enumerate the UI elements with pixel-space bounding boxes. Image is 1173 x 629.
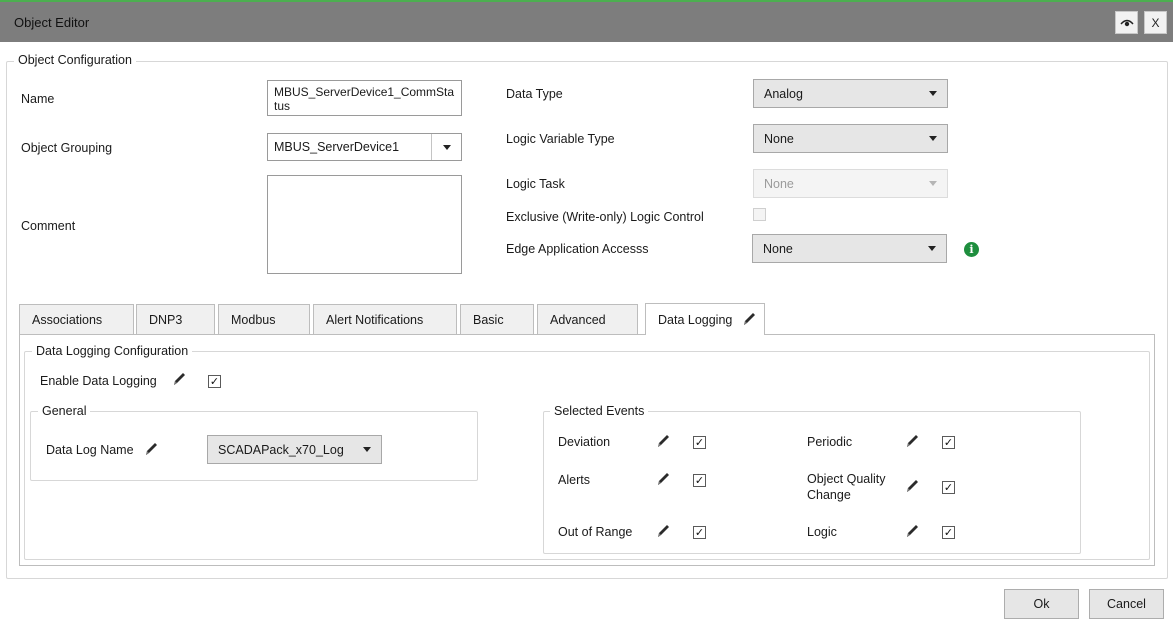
check-icon: ✓ <box>943 526 954 539</box>
logic-task-label: Logic Task <box>506 177 565 191</box>
chevron-down-icon <box>929 136 937 141</box>
tab-dnp3[interactable]: DNP3 <box>136 304 215 335</box>
pencil-icon[interactable] <box>142 440 160 458</box>
pencil-icon[interactable] <box>170 370 188 388</box>
general-legend: General <box>38 404 91 418</box>
logic-label: Logic <box>807 525 837 539</box>
chevron-down-icon <box>929 91 937 96</box>
logic-checkbox[interactable]: ✓ <box>942 526 955 539</box>
title-bar: Object Editor X <box>0 0 1173 42</box>
check-icon: ✓ <box>943 436 954 449</box>
tab-label: Alert Notifications <box>326 313 424 327</box>
object-grouping-label: Object Grouping <box>21 141 113 155</box>
tab-label: DNP3 <box>149 313 183 327</box>
periodic-checkbox[interactable]: ✓ <box>942 436 955 449</box>
edge-application-access-value: None <box>763 241 793 256</box>
object-quality-change-checkbox[interactable]: ✓ <box>942 481 955 494</box>
pencil-icon[interactable] <box>654 470 672 488</box>
logic-variable-type-value: None <box>764 131 794 146</box>
alerts-checkbox[interactable]: ✓ <box>693 474 706 487</box>
check-icon: ✓ <box>209 375 220 388</box>
data-type-label: Data Type <box>506 87 563 101</box>
close-button[interactable]: X <box>1144 11 1167 34</box>
out-of-range-checkbox[interactable]: ✓ <box>693 526 706 539</box>
exclusive-logic-control-checkbox[interactable] <box>753 208 766 221</box>
data-type-combo[interactable]: Analog <box>753 79 948 108</box>
cancel-button[interactable]: Cancel <box>1089 589 1164 619</box>
window-title: Object Editor <box>14 15 90 30</box>
object-grouping-dropdown-button[interactable] <box>431 134 461 160</box>
pencil-icon[interactable] <box>740 310 758 328</box>
object-quality-change-label-line2: Change <box>807 488 851 502</box>
tab-advanced[interactable]: Advanced <box>537 304 638 335</box>
deviation-label: Deviation <box>558 435 611 449</box>
cancel-button-label: Cancel <box>1107 597 1146 611</box>
exclusive-logic-control-label: Exclusive (Write-only) Logic Control <box>506 210 704 224</box>
data-log-name-value: SCADAPack_x70_Log <box>218 442 344 457</box>
check-icon: ✓ <box>943 481 954 494</box>
object-quality-change-label-line1: Object Quality <box>807 472 886 486</box>
data-type-value: Analog <box>764 86 803 101</box>
tab-modbus[interactable]: Modbus <box>218 304 310 335</box>
object-configuration-legend: Object Configuration <box>14 53 136 67</box>
deviation-checkbox[interactable]: ✓ <box>693 436 706 449</box>
tab-label: Basic <box>473 313 504 327</box>
tab-label: Advanced <box>550 313 606 327</box>
logic-task-value: None <box>764 176 794 191</box>
close-icon: X <box>1151 15 1160 30</box>
data-log-name-combo[interactable]: SCADAPack_x70_Log <box>207 435 382 464</box>
name-field[interactable]: MBUS_ServerDevice1_CommStatus <box>267 80 462 116</box>
tab-label: Data Logging <box>658 312 733 327</box>
ok-button[interactable]: Ok <box>1004 589 1079 619</box>
tab-data-logging[interactable]: Data Logging <box>645 303 765 335</box>
enable-data-logging-label: Enable Data Logging <box>40 374 157 388</box>
logic-variable-type-label: Logic Variable Type <box>506 132 615 146</box>
pencil-icon[interactable] <box>903 522 921 540</box>
enable-data-logging-checkbox[interactable]: ✓ <box>208 375 221 388</box>
selected-events-legend: Selected Events <box>550 404 649 418</box>
ok-button-label: Ok <box>1033 597 1050 611</box>
info-icon[interactable]: i <box>964 242 979 257</box>
periodic-label: Periodic <box>807 435 853 449</box>
out-of-range-label: Out of Range <box>558 525 633 539</box>
logic-task-combo[interactable]: None <box>753 169 948 198</box>
chevron-down-icon <box>363 447 371 452</box>
comment-label: Comment <box>21 219 76 233</box>
chevron-down-icon <box>929 181 937 186</box>
object-grouping-value[interactable]: MBUS_ServerDevice1 <box>268 134 431 160</box>
visibility-button[interactable] <box>1115 11 1138 34</box>
tab-basic[interactable]: Basic <box>460 304 534 335</box>
data-log-name-label: Data Log Name <box>46 443 134 457</box>
tab-associations[interactable]: Associations <box>19 304 134 335</box>
check-icon: ✓ <box>694 474 705 487</box>
name-label: Name <box>21 92 55 106</box>
logic-variable-type-combo[interactable]: None <box>753 124 948 153</box>
check-icon: ✓ <box>694 526 705 539</box>
chevron-down-icon <box>442 144 451 150</box>
object-grouping-combo[interactable]: MBUS_ServerDevice1 <box>267 133 462 161</box>
edge-application-access-label: Edge Application Accesss <box>506 242 649 256</box>
pencil-icon[interactable] <box>903 477 921 495</box>
tab-label: Modbus <box>231 313 276 327</box>
tab-alert-notifications[interactable]: Alert Notifications <box>313 304 457 335</box>
data-logging-configuration-legend: Data Logging Configuration <box>32 344 193 358</box>
check-icon: ✓ <box>694 436 705 449</box>
pencil-icon[interactable] <box>654 432 672 450</box>
chevron-down-icon <box>928 246 936 251</box>
eye-icon <box>1119 19 1134 26</box>
info-glyph: i <box>969 243 974 256</box>
alerts-label: Alerts <box>558 473 590 487</box>
edge-application-access-combo[interactable]: None <box>752 234 947 263</box>
pencil-icon[interactable] <box>903 432 921 450</box>
tab-label: Associations <box>32 313 103 327</box>
comment-field[interactable] <box>267 175 462 274</box>
pencil-icon[interactable] <box>654 522 672 540</box>
